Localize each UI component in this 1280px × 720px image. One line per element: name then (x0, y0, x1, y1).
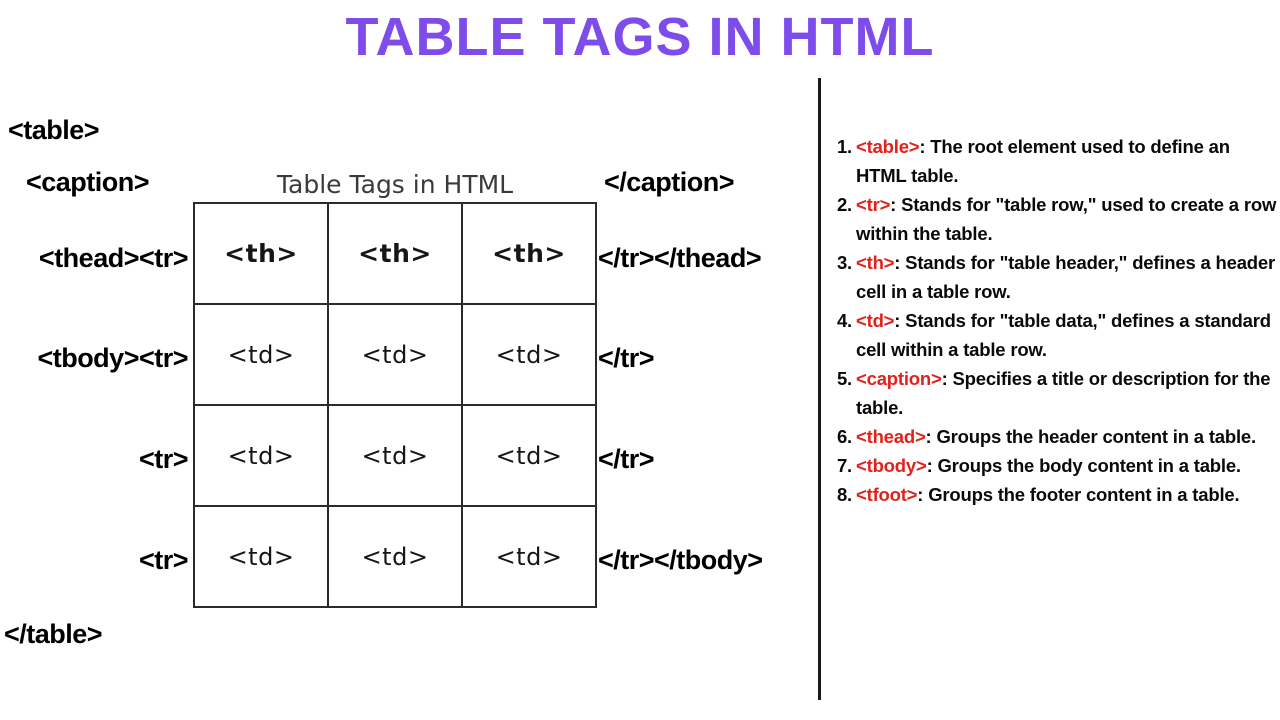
illustrated-table-body: <td> <td> <td> <td> <td> <td> <td> <td> … (193, 303, 597, 608)
list-item-description: : Groups the header content in a table. (925, 426, 1257, 447)
label-tr-tbody-close: </tr></tbody> (598, 545, 763, 575)
table-row: <td> <td> <td> (193, 303, 597, 406)
table-header-cell: <th> (327, 202, 463, 305)
table-header-row: <th> <th> <th> (193, 202, 597, 305)
list-item: 7. <tbody>: Groups the body content in a … (828, 451, 1280, 480)
illustrated-table: <th> <th> <th> <td> <td> <td> <td> <td> … (193, 202, 597, 608)
table-data-cell: <td> (327, 404, 463, 507)
list-item-tag: <tbody> (856, 455, 927, 476)
table-caption-text: Table Tags in HTML (276, 170, 514, 199)
label-tr-thead-close: </tr></thead> (598, 243, 762, 273)
table-structure-diagram: <table> <caption> <thead><tr> <tbody><tr… (0, 78, 818, 720)
vertical-divider (818, 78, 821, 700)
table-data-cell: <td> (193, 404, 329, 507)
table-data-cell: <td> (461, 404, 597, 507)
list-item-description: : Groups the body content in a table. (926, 455, 1242, 476)
list-item: 5. <caption>: Specifies a title or descri… (828, 364, 1280, 422)
page-title: TABLE TAGS IN HTML (345, 7, 935, 67)
list-item-number: 7. (836, 455, 852, 476)
label-caption-open: <caption> (26, 167, 150, 197)
list-item: 4. <td>: Stands for "table data," defines… (828, 306, 1280, 364)
list-item: 8. <tfoot>: Groups the footer content in … (828, 480, 1280, 509)
list-item-number: 2. (836, 194, 852, 215)
list-item-description: : Groups the footer content in a table. (917, 484, 1240, 505)
list-item: 3. <th>: Stands for "table header," defin… (828, 248, 1280, 306)
label-tr-close-1: </tr> (598, 343, 655, 373)
table-header-cell: <th> (461, 202, 597, 305)
list-item-tag: <thead> (856, 426, 926, 447)
list-item-number: 5. (836, 368, 852, 389)
table-row: <td> <td> <td> (193, 404, 597, 507)
list-item-tag: <td> (856, 310, 895, 331)
table-data-cell: <td> (193, 505, 329, 608)
list-item: 6. <thead>: Groups the header content in … (828, 422, 1280, 451)
label-table-open: <table> (8, 115, 100, 145)
table-header-cell: <th> (193, 202, 329, 305)
table-data-cell: <td> (461, 505, 597, 608)
list-item: 2. <tr>: Stands for "table row," used to … (828, 190, 1280, 248)
list-item-number: 1. (836, 136, 852, 157)
table-data-cell: <td> (461, 303, 597, 406)
list-item-number: 8. (836, 484, 852, 505)
table-row: <td> <td> <td> (193, 505, 597, 608)
list-item-tag: <caption> (856, 368, 942, 389)
label-caption-close: </caption> (604, 167, 735, 197)
list-item-description: : Stands for "table header," defines a h… (856, 252, 1275, 302)
label-tr-open-3: <tr> (138, 545, 189, 575)
list-item-description: : Stands for "table row," used to create… (856, 194, 1277, 244)
list-item-tag: <tr> (856, 194, 891, 215)
table-data-cell: <td> (193, 303, 329, 406)
table-data-cell: <td> (327, 303, 463, 406)
label-thead-tr-open: <thead><tr> (38, 243, 189, 273)
label-tr-open-2: <tr> (138, 444, 189, 474)
list-item-number: 6. (836, 426, 852, 447)
list-item-number: 3. (836, 252, 852, 273)
list-item-description: : Stands for "table data," defines a sta… (856, 310, 1271, 360)
label-table-close: </table> (4, 619, 103, 649)
list-item: 1. <table>: The root element used to defi… (828, 132, 1280, 190)
list-item-tag: <th> (856, 252, 895, 273)
table-data-cell: <td> (327, 505, 463, 608)
list-item-number: 4. (836, 310, 852, 331)
list-item-tag: <tfoot> (856, 484, 918, 505)
tag-explanation-list: 1. <table>: The root element used to defi… (828, 132, 1280, 509)
illustrated-table-head: <th> <th> <th> (193, 202, 597, 305)
tag-explanations-panel: 1. <table>: The root element used to defi… (828, 132, 1280, 509)
label-tr-close-2: </tr> (598, 444, 655, 474)
label-tbody-tr-open: <tbody><tr> (37, 343, 188, 373)
list-item-tag: <table> (856, 136, 920, 157)
